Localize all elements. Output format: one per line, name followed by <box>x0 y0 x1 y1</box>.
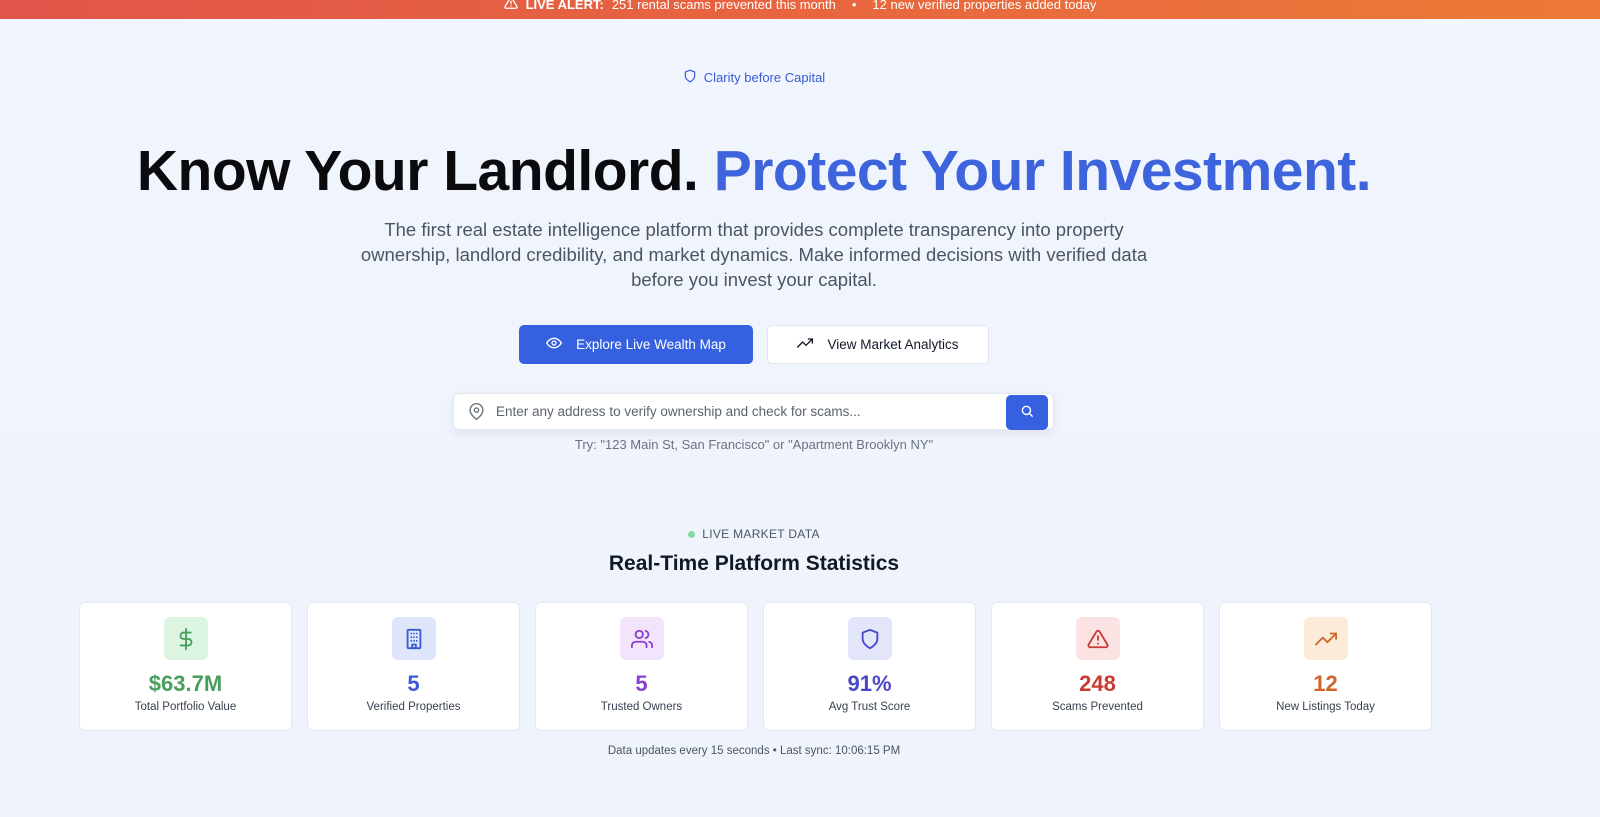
data-sync-footnote: Data updates every 15 seconds • Last syn… <box>607 745 901 757</box>
stat-label: Total Portfolio Value <box>134 701 237 713</box>
live-indicator-dot <box>688 530 696 538</box>
stat-card-trust-score: 91% Avg Trust Score <box>763 602 976 731</box>
stat-value: 12 <box>1313 671 1338 696</box>
explore-wealth-map-label: Explore Live Wealth Map <box>576 337 726 352</box>
stat-label: Verified Properties <box>366 701 461 713</box>
stat-value: 248 <box>1079 671 1116 696</box>
building-icon <box>391 617 436 660</box>
stat-card-verified-properties: 5 Verified Properties <box>307 602 520 731</box>
dollar-icon <box>163 617 208 660</box>
live-market-data-label: LIVE MARKET DATA <box>0 527 1508 541</box>
shield-icon <box>847 617 892 660</box>
address-search-bar <box>453 393 1054 430</box>
stat-value: 5 <box>407 671 420 696</box>
hero-title: Know Your Landlord. Protect Your Investm… <box>0 138 1508 204</box>
stat-value: $63.7M <box>148 671 223 696</box>
stat-value: 91% <box>847 671 892 696</box>
explore-wealth-map-button[interactable]: Explore Live Wealth Map <box>519 325 753 364</box>
search-icon <box>1020 404 1034 421</box>
tagline-text: Clarity before Capital <box>703 70 826 85</box>
alert-label: LIVE ALERT: <box>525 0 604 12</box>
stat-label: New Listings Today <box>1276 701 1375 713</box>
address-search-input[interactable] <box>496 404 986 419</box>
live-market-data-text: LIVE MARKET DATA <box>702 527 820 541</box>
hero-subtitle: The first real estate intelligence platf… <box>360 219 1148 290</box>
alert-message-properties: 12 new verified properties added today <box>872 0 1097 12</box>
hero-title-accent: Protect Your Investment. <box>713 139 1372 203</box>
tagline: Clarity before Capital <box>0 69 1508 86</box>
alert-message-scams: 251 rental scams prevented this month <box>611 0 836 12</box>
hero-title-main: Know Your Landlord. <box>136 139 699 203</box>
eye-icon <box>546 335 563 354</box>
shield-icon <box>683 69 697 86</box>
users-icon <box>619 617 664 660</box>
stat-card-portfolio-value: $63.7M Total Portfolio Value <box>79 602 292 731</box>
search-submit-button[interactable] <box>1006 395 1048 430</box>
location-pin-icon <box>468 403 485 420</box>
stat-card-scams-prevented: 248 Scams Prevented <box>991 602 1204 731</box>
stat-value: 5 <box>635 671 648 696</box>
stat-label: Trusted Owners <box>600 701 683 713</box>
trending-up-icon <box>797 335 814 354</box>
stats-section-title: Real-Time Platform Statistics <box>608 552 900 575</box>
view-market-analytics-label: View Market Analytics <box>827 337 959 352</box>
live-alert-banner: LIVE ALERT: 251 rental scams prevented t… <box>0 0 1600 19</box>
trending-up-icon <box>1303 617 1348 660</box>
search-hint: Try: "123 Main St, San Francisco" or "Ap… <box>574 437 934 452</box>
stat-label: Scams Prevented <box>1052 701 1143 713</box>
view-market-analytics-button[interactable]: View Market Analytics <box>767 325 989 364</box>
stat-label: Avg Trust Score <box>828 701 911 713</box>
stat-card-new-listings: 12 New Listings Today <box>1219 602 1432 731</box>
stat-card-trusted-owners: 5 Trusted Owners <box>535 602 748 731</box>
alert-triangle-icon <box>1075 617 1120 660</box>
warning-triangle-icon <box>503 0 518 13</box>
alert-separator: • <box>851 0 857 12</box>
